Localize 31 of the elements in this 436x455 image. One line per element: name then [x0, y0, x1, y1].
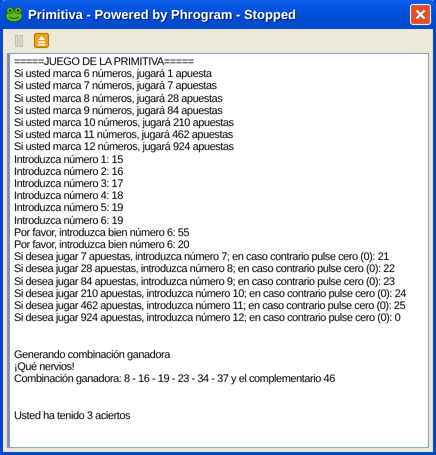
- output-line: Si desea jugar 84 apuestas, introduzca número 9; en caso contrario pulse cero (0): 23: [14, 276, 396, 288]
- output-line: Introduzca número 1: 15: [14, 154, 124, 166]
- output-line: Si usted marca 8 números, jugará 28 apuestas: [14, 92, 224, 105]
- output-line: Si usted marca 7 números, jugará 7 apuestas: [14, 80, 218, 92]
- output-line: Si usted marca 10 números, jugará 210 apuestas: [14, 116, 235, 130]
- output-line: Introduzca número 4: 18: [14, 190, 124, 202]
- output-line: Si desea jugar 210 apuestas, introduzca número 10; en caso contrario pulse cero (0): 24: [14, 288, 407, 300]
- eject-button[interactable]: [33, 32, 49, 49]
- close-button[interactable]: [410, 4, 431, 25]
- close-icon: [415, 8, 426, 20]
- output-line: Usted ha tenido 3 aciertos: [14, 410, 132, 422]
- output-line: =====JUEGO DE LA PRIMITIVA=====: [14, 56, 195, 68]
- output-line: ¡Qué nervios!: [14, 360, 76, 374]
- output-line: Si usted marca 12 números, jugará 924 apuestas: [14, 141, 235, 154]
- output-line: Si usted marca 11 números, jugará 462 apuestas: [14, 129, 234, 142]
- output-line: Si usted marca 9 números, jugará 84 apuestas: [14, 104, 224, 117]
- output-line: Si desea jugar 924 apuestas, introduzca número 12; en caso contrario pulse cero (0): 0: [14, 312, 402, 324]
- output-line: Si desea jugar 462 apuestas, introduzca número 11; en caso contrario pulse cero (0): 25: [14, 300, 406, 312]
- output-line: Por favor, introduzca bien número 6: 20: [14, 238, 190, 252]
- output-line: Introduzca número 6: 19: [14, 214, 124, 227]
- output-line: Generando combinación ganadora: [14, 348, 172, 361]
- window-title: Primitiva - Powered by Phrogram - Stopped: [28, 6, 297, 22]
- output-line: Introduzca número 2: 16: [14, 166, 124, 178]
- output-line: Introduzca número 5: 19: [14, 202, 124, 215]
- output-line: Por favor, introduzca bien número 6: 55: [14, 226, 190, 239]
- output-line: Si usted marca 6 números, jugará 1 apuesta: [14, 68, 213, 80]
- frog-icon: [5, 6, 23, 22]
- output-line: Si desea jugar 7 apuestas, introduzca número 7; en caso contrario pulse cero (0): 21: [14, 251, 390, 264]
- output-line: Combinación ganadora: 8 - 16 - 19 - 23 - 34 - 37 y el complementario 46: [14, 373, 336, 386]
- output-line: Introduzca número 3: 17: [14, 178, 124, 190]
- output-line: Si desea jugar 28 apuestas, introduzca número 8; en caso contrario pulse cero (0): 22: [14, 263, 396, 276]
